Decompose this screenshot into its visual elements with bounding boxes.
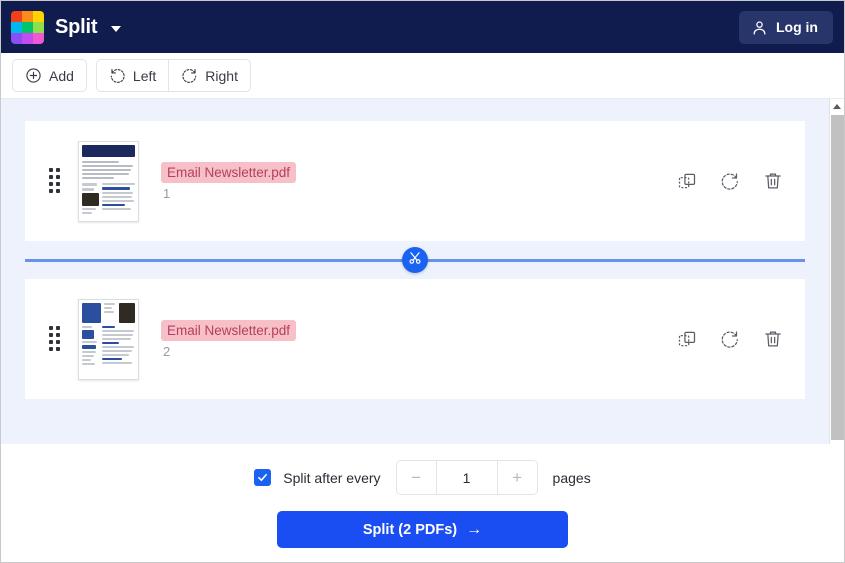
scrollbar-thumb[interactable] [831,115,844,440]
logo-cell-3 [33,10,44,22]
trash-icon[interactable] [763,171,783,191]
brand[interactable]: Split [11,10,122,44]
rotate-left-button[interactable]: Left [95,59,170,92]
split-submit-label: Split (2 PDFs) [362,521,458,538]
brand-title: Split [55,15,98,38]
duplicate-icon[interactable] [677,171,697,191]
rotate-left-label: Left [132,67,157,84]
page-number: 2 [163,343,171,359]
user-icon [751,19,768,36]
page-number: 1 [163,185,171,201]
page-thumbnail-1[interactable] [78,140,139,222]
decrement-button[interactable]: − [396,461,436,494]
duplicate-icon[interactable] [677,329,697,349]
split-divider [25,241,805,279]
page-actions-2 [677,329,789,349]
footer: Split after every − 1 + pages Split (2 P… [1,444,844,562]
rotate-right-icon [181,67,198,84]
login-button[interactable]: Log in [739,10,833,44]
logo-cell-2 [22,10,33,22]
page-meta-2: Email Newsletter.pdf 2 [161,319,297,359]
chevron-down-icon[interactable] [111,25,122,32]
page-filename: Email Newsletter.pdf [161,161,297,183]
logo-cell-7 [11,32,22,44]
app-logo-icon [11,10,44,44]
page-thumbnail-2[interactable] [78,298,139,380]
page-row-2[interactable]: Email Newsletter.pdf 2 [25,279,805,399]
increment-button[interactable]: + [497,461,537,494]
rotate-right-button[interactable]: Right [169,59,251,92]
logo-cell-1 [11,10,22,22]
split-options: Split after every − 1 + pages [254,460,591,495]
split-after-every-checkbox[interactable] [254,469,272,486]
rotate-right-icon[interactable] [720,329,740,349]
rotate-button-group: Left Right [95,59,251,92]
toolbar: Add Left Right [1,53,844,98]
scroll-up-arrow-icon[interactable] [830,99,844,113]
logo-cell-8 [22,32,33,44]
drag-handle-icon[interactable] [49,168,65,194]
rotate-left-icon [109,67,126,84]
page-meta-1: Email Newsletter.pdf 1 [161,161,297,201]
app-header: Split Log in [1,1,844,53]
pages-scroll-area: Email Newsletter.pdf 1 Email Newsletter.… [1,98,844,444]
page-filename: Email Newsletter.pdf [161,319,297,341]
add-button[interactable]: Add [12,59,87,92]
scissors-icon [408,251,422,270]
add-button-label: Add [49,67,74,84]
logo-cell-6 [33,21,44,33]
rotate-right-icon[interactable] [720,171,740,191]
app-window: Split Log in Add Left Right Email Newsle… [0,0,845,563]
pages-unit-label: pages [552,469,591,486]
arrow-right-icon: → [466,520,483,538]
split-toggle-button[interactable] [402,247,428,273]
pages-list: Email Newsletter.pdf 1 Email Newsletter.… [1,99,829,444]
trash-icon[interactable] [763,329,783,349]
split-submit-button[interactable]: Split (2 PDFs) → [277,511,568,548]
plus-circle-icon [25,67,42,84]
rotate-right-label: Right [205,67,238,84]
logo-cell-9 [33,32,44,44]
drag-handle-icon[interactable] [49,326,65,352]
page-actions-1 [677,171,789,191]
pages-input[interactable]: 1 [435,461,498,494]
logo-cell-4 [11,21,22,33]
logo-cell-5 [22,21,33,33]
login-button-label: Log in [776,19,818,35]
vertical-scrollbar[interactable] [829,99,844,444]
page-row-1[interactable]: Email Newsletter.pdf 1 [25,121,805,241]
split-after-every-label: Split after every [283,469,381,486]
pages-stepper: − 1 + [395,460,538,495]
